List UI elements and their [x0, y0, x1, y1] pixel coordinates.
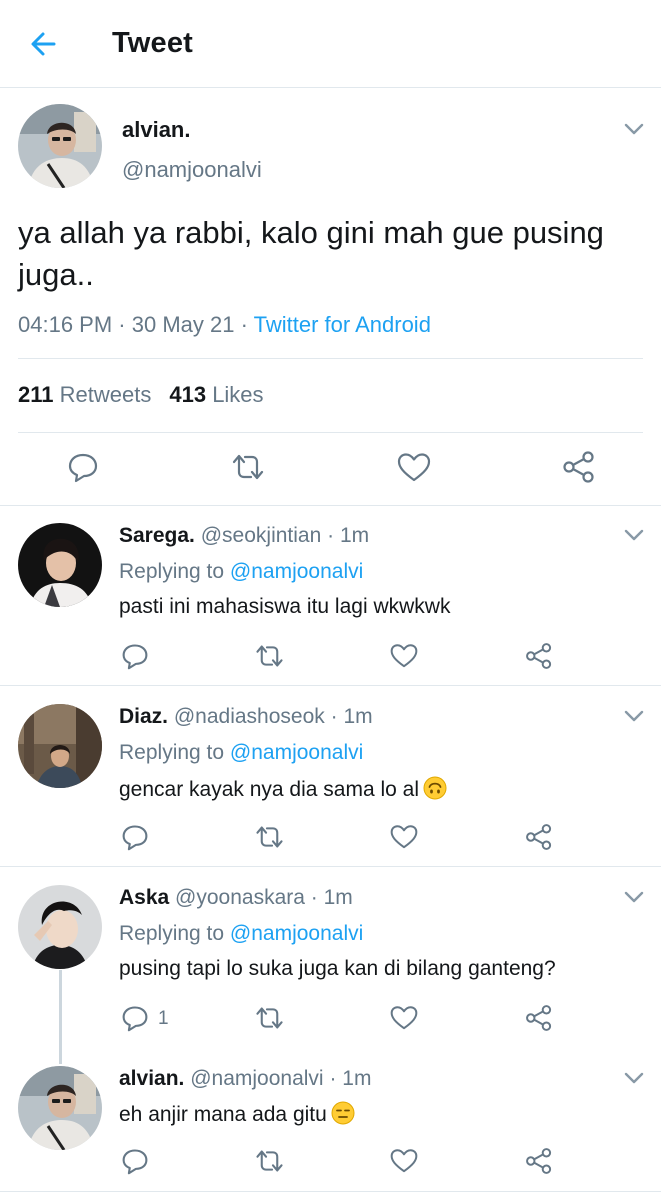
- tweet-time: 04:16 PM: [18, 312, 113, 337]
- retweet-icon[interactable]: [254, 1148, 285, 1174]
- author-handle[interactable]: @namjoonalvi: [122, 157, 262, 183]
- author-name[interactable]: alvian.: [122, 117, 190, 143]
- reply-author-name[interactable]: Diaz.: [119, 705, 168, 728]
- tweet-text: ya allah ya rabbi, kalo gini mah gue pus…: [18, 215, 604, 292]
- reply-text: gencar kayak nya dia sama lo al: [119, 778, 419, 801]
- replying-prefix: Replying to: [119, 560, 225, 583]
- reply-icon[interactable]: [121, 642, 149, 670]
- reply-text: pasti ini mahasiswa itu lagi wkwkwk: [119, 595, 451, 618]
- reply-count: 1: [158, 1008, 169, 1029]
- heart-icon[interactable]: [390, 824, 418, 849]
- avatar[interactable]: [18, 1066, 102, 1150]
- retweets-label: Retweets: [59, 382, 152, 407]
- replying-prefix: Replying to: [119, 741, 225, 764]
- replying-to: Replying to @namjoonalvi: [119, 741, 363, 765]
- reply-header: Aska @yoonaskara · 1m: [119, 886, 353, 910]
- retweets-count: 211: [18, 382, 54, 407]
- mention-link[interactable]: @namjoonalvi: [230, 922, 363, 945]
- retweet-icon[interactable]: [254, 1005, 285, 1031]
- heart-icon[interactable]: [390, 643, 418, 668]
- avatar[interactable]: [18, 704, 102, 788]
- divider: [0, 1191, 661, 1192]
- chevron-down-icon[interactable]: [623, 890, 645, 904]
- reply-time: · 1m: [330, 705, 373, 728]
- replying-to: Replying to @namjoonalvi: [119, 922, 363, 946]
- arrow-left-icon[interactable]: [26, 26, 62, 62]
- tweet-date: 30 May 21: [131, 312, 235, 337]
- reply-icon[interactable]: [67, 451, 99, 483]
- heart-icon[interactable]: [397, 452, 431, 482]
- chevron-down-icon[interactable]: [623, 122, 645, 136]
- avatar[interactable]: [18, 523, 102, 607]
- share-icon[interactable]: [525, 642, 553, 670]
- reply-icon[interactable]: [121, 823, 149, 851]
- reply-icon[interactable]: [121, 1147, 149, 1175]
- replying-prefix: Replying to: [119, 922, 225, 945]
- reply-author-name[interactable]: alvian.: [119, 1067, 184, 1090]
- avatar[interactable]: [18, 104, 102, 188]
- reply-time: · 1m: [329, 1067, 372, 1090]
- reply-author-name[interactable]: Sarega.: [119, 524, 195, 547]
- tweet-meta: 04:16 PM · 30 May 21 · Twitter for Andro…: [18, 312, 431, 338]
- share-icon[interactable]: [525, 823, 553, 851]
- divider: [0, 685, 661, 686]
- likes-stat[interactable]: 413 Likes: [169, 382, 263, 407]
- retweet-icon[interactable]: [254, 824, 285, 850]
- reply-author-handle[interactable]: @nadiashoseok: [174, 705, 325, 728]
- divider: [18, 432, 643, 433]
- retweet-icon[interactable]: [230, 452, 266, 482]
- tweet-source-link[interactable]: Twitter for Android: [254, 312, 431, 337]
- reply-header: Sarega. @seokjintian · 1m: [119, 524, 369, 548]
- reply-author-handle[interactable]: @yoonaskara: [175, 886, 305, 909]
- divider: [0, 505, 661, 506]
- divider: [0, 866, 661, 867]
- divider: [18, 358, 643, 359]
- retweets-stat[interactable]: 211 Retweets: [18, 382, 151, 407]
- expressionless-face-icon: [331, 1101, 355, 1125]
- top-bar: Tweet: [0, 0, 661, 88]
- thread-connector: [59, 970, 62, 1064]
- replying-to: Replying to @namjoonalvi: [119, 560, 363, 584]
- meta-separator: ·: [234, 312, 254, 337]
- meta-separator: ·: [112, 312, 132, 337]
- mention-link[interactable]: @namjoonalvi: [230, 560, 363, 583]
- likes-label: Likes: [212, 382, 264, 407]
- share-icon[interactable]: [562, 450, 596, 484]
- likes-count: 413: [169, 382, 207, 407]
- reply-author-name[interactable]: Aska: [119, 886, 169, 909]
- reply-author-handle[interactable]: @seokjintian: [201, 524, 322, 547]
- reply-time: · 1m: [327, 524, 370, 547]
- retweet-icon[interactable]: [254, 643, 285, 669]
- page-title: Tweet: [112, 27, 194, 59]
- reply-time: · 1m: [310, 886, 353, 909]
- chevron-down-icon[interactable]: [623, 528, 645, 542]
- reply-author-handle[interactable]: @namjoonalvi: [190, 1067, 323, 1090]
- tweet-stats: 211 Retweets 413 Likes: [18, 382, 264, 408]
- share-icon[interactable]: [525, 1147, 553, 1175]
- share-icon[interactable]: [525, 1004, 553, 1032]
- avatar[interactable]: [18, 885, 102, 969]
- reply-text: eh anjir mana ada gitu: [119, 1103, 327, 1126]
- chevron-down-icon[interactable]: [623, 1071, 645, 1085]
- mention-link[interactable]: @namjoonalvi: [230, 741, 363, 764]
- heart-icon[interactable]: [390, 1148, 418, 1173]
- reply-text-row: eh anjir mana ada gitu: [119, 1101, 355, 1127]
- heart-icon[interactable]: [390, 1005, 418, 1030]
- chevron-down-icon[interactable]: [623, 709, 645, 723]
- reply-text-row: gencar kayak nya dia sama lo al: [119, 776, 447, 802]
- reply-text: pusing tapi lo suka juga kan di bilang g…: [119, 957, 556, 980]
- upside-down-face-icon: [423, 776, 447, 800]
- reply-header: alvian. @namjoonalvi · 1m: [119, 1067, 371, 1091]
- reply-header: Diaz. @nadiashoseok · 1m: [119, 705, 373, 729]
- reply-icon[interactable]: [121, 1004, 149, 1032]
